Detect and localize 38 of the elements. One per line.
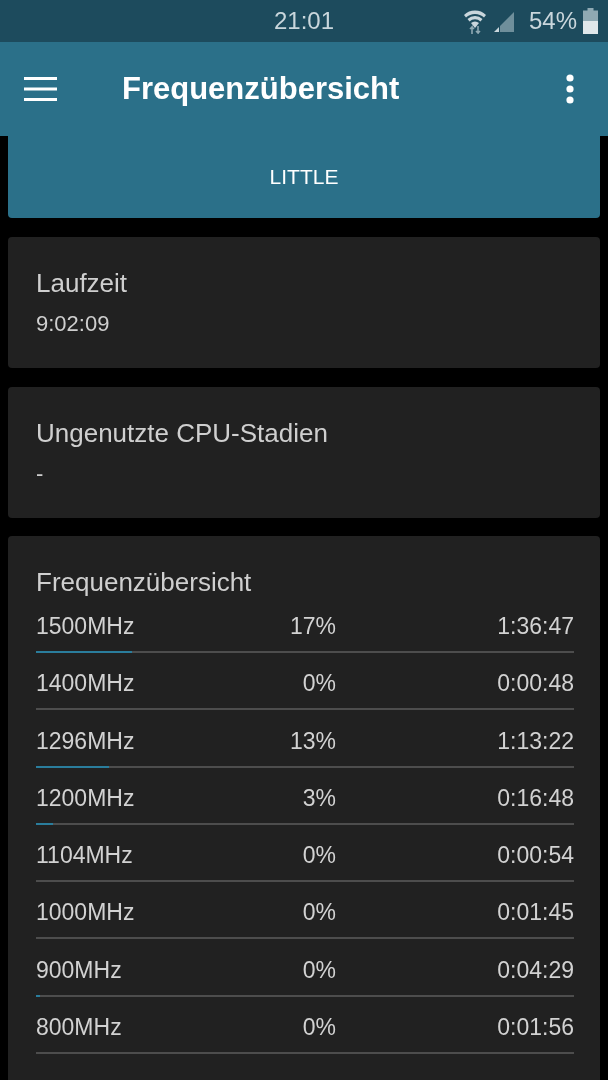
frequency-label: 1104MHz — [36, 842, 134, 869]
card-value: 9:02:09 — [36, 311, 110, 337]
card-value: - — [36, 461, 44, 487]
card-title: Laufzeit — [36, 268, 128, 298]
frequency-label: 1500MHz — [36, 613, 136, 639]
percent-value: 3% — [301, 784, 336, 811]
percent-value: 0% — [301, 842, 336, 869]
time-value: 0:00:48 — [496, 670, 574, 697]
app-title: Frequenzübersicht — [122, 71, 400, 107]
battery-percent: 54% — [528, 7, 577, 35]
percent-value: 17% — [288, 613, 336, 639]
time-value: 0:04:29 — [496, 956, 574, 983]
time-value: 0:00:54 — [496, 842, 574, 869]
percent-value: 0% — [301, 670, 336, 697]
percent-value: 13% — [288, 727, 336, 754]
frequency-label: 900MHz — [36, 956, 123, 983]
time-value: 0:16:48 — [496, 784, 574, 811]
percent-value: 0% — [301, 1014, 336, 1041]
card-title: Frequenzübersicht — [36, 567, 252, 597]
frequency-label: 1296MHz — [36, 727, 136, 754]
frequency-label: 1000MHz — [36, 899, 136, 926]
card-title: Ungenutzte CPU-Stadien — [36, 418, 328, 448]
menu-icon — [23, 77, 57, 101]
frequency-label: 800MHz — [36, 1014, 123, 1041]
percent-value: 0% — [301, 956, 336, 983]
more-options-icon — [566, 74, 574, 104]
wifi-icon — [462, 8, 487, 34]
frequency-label: 1200MHz — [36, 784, 136, 811]
time-value: 0:01:56 — [496, 1014, 574, 1041]
time-value: 0:01:45 — [496, 899, 574, 926]
status-time: 21:01 — [274, 7, 335, 35]
signal-icon — [492, 10, 515, 32]
time-value: 1:13:22 — [496, 727, 574, 754]
frequency-label: 1400MHz — [36, 670, 136, 697]
percent-value: 0% — [301, 899, 336, 926]
battery-icon — [583, 8, 598, 34]
tab[interactable]: LITTLE — [245, 136, 363, 218]
time-value: 1:36:47 — [496, 613, 574, 639]
